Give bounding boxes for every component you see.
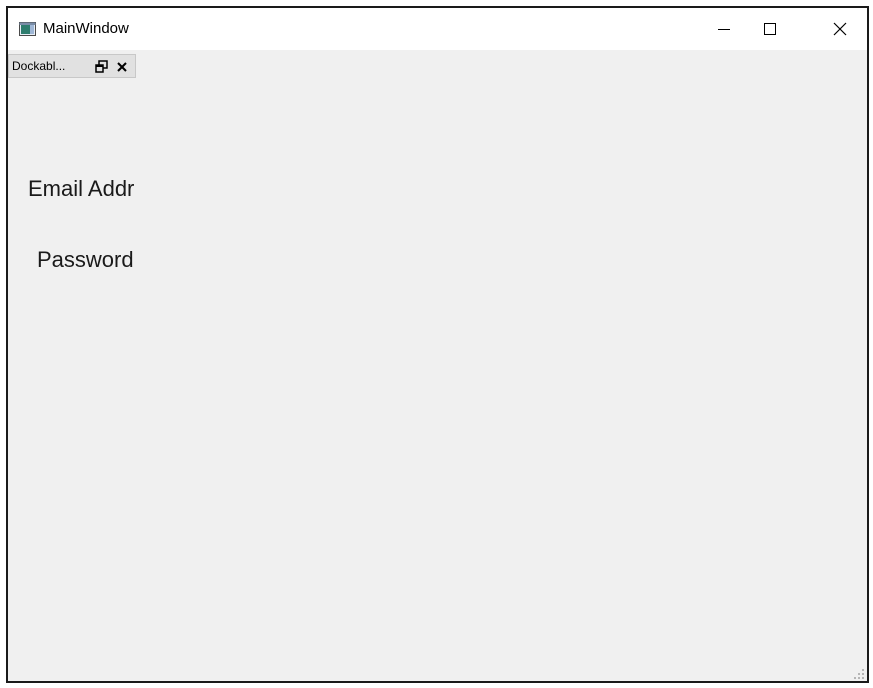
password-label: Password bbox=[37, 247, 134, 272]
resize-grip-icon[interactable] bbox=[853, 667, 865, 679]
maximize-button[interactable] bbox=[747, 8, 793, 50]
dock-widget-label: Dockabl... bbox=[12, 59, 66, 73]
minimize-button[interactable] bbox=[701, 8, 747, 50]
app-window-icon bbox=[19, 22, 36, 36]
maximize-icon bbox=[764, 23, 776, 35]
dock-widget-title[interactable]: Dockabl... bbox=[8, 54, 136, 78]
email-label: Email Addr bbox=[28, 176, 135, 201]
minimize-icon bbox=[718, 23, 730, 35]
float-icon[interactable] bbox=[95, 60, 108, 73]
dock-close-icon[interactable] bbox=[116, 60, 128, 72]
window-title: MainWindow bbox=[43, 20, 129, 37]
title-bar[interactable]: MainWindow bbox=[8, 8, 867, 50]
close-icon bbox=[833, 22, 847, 36]
main-window: MainWindow Dockabl... Email Addr Passwor… bbox=[6, 6, 869, 683]
close-button[interactable] bbox=[817, 8, 863, 50]
